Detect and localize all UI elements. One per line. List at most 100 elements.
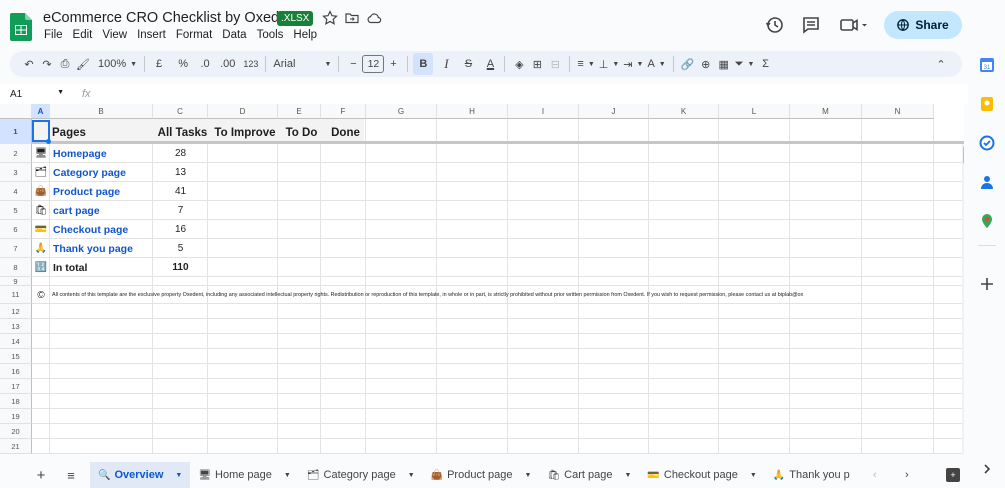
menu-edit[interactable]: Edit	[73, 29, 93, 41]
increase-font-size-button[interactable]: +	[384, 53, 402, 75]
menu-file[interactable]: File	[44, 29, 63, 41]
row-header-13[interactable]: 13	[0, 319, 32, 334]
comments-icon[interactable]	[800, 14, 822, 36]
insert-chart-icon[interactable]: ▦	[715, 53, 733, 75]
menu-help[interactable]: Help	[293, 29, 317, 41]
font-size-input[interactable]: 12	[362, 55, 385, 73]
row-header-17[interactable]: 17	[0, 379, 32, 394]
column-header-m[interactable]: M	[790, 104, 862, 119]
cloud-status-icon[interactable]	[366, 10, 382, 26]
redo-icon[interactable]: ↷	[38, 53, 56, 75]
row-header-11[interactable]: 11	[0, 286, 32, 304]
menu-insert[interactable]: Insert	[137, 29, 166, 41]
scroll-tabs-right-icon[interactable]: ›	[898, 464, 916, 486]
row-header-2[interactable]: 2	[0, 144, 32, 163]
column-header-b[interactable]: B	[50, 104, 153, 119]
spreadsheet-grid[interactable]: A B C D E F G H I J K L M N 1 2 3 4 5 6 7 8 9 11 12 13 14 15 16 17 18 1…	[0, 104, 964, 454]
sheet-tab-checkout-page[interactable]: 💳 Checkout page ▼	[639, 462, 764, 488]
sheet-tab-home-page[interactable]: 🖥 Home page ▼	[190, 462, 299, 488]
insert-link-icon[interactable]: 🔗	[679, 53, 697, 75]
row-header-5[interactable]: 5	[0, 201, 32, 220]
strikethrough-button[interactable]: S	[459, 53, 477, 75]
merge-cells-icon[interactable]: ⊟	[546, 53, 564, 75]
horizontal-align-icon[interactable]: ≡ ▼	[575, 53, 596, 75]
share-button[interactable]: Share	[884, 11, 962, 39]
row-header-21[interactable]: 21	[0, 439, 32, 454]
decrease-font-size-button[interactable]: −	[344, 53, 362, 75]
get-addons-icon[interactable]	[979, 276, 995, 292]
row-header-20[interactable]: 20	[0, 424, 32, 439]
paint-format-icon[interactable]: 🖌	[74, 53, 92, 75]
row-header-1[interactable]: 1	[0, 119, 32, 144]
row-header-7[interactable]: 7	[0, 239, 32, 258]
page-link[interactable]: Product page	[53, 182, 120, 201]
sheet-tab-overview[interactable]: 🔍 Overview ▼	[90, 462, 191, 488]
column-header-d[interactable]: D	[208, 104, 278, 119]
all-sheets-icon[interactable]: ≡	[62, 464, 80, 486]
column-header-n[interactable]: N	[862, 104, 934, 119]
page-link[interactable]: Homepage	[53, 144, 107, 163]
italic-button[interactable]: I	[437, 53, 455, 75]
text-wrapping-icon[interactable]: ⇥ ▼	[621, 53, 645, 75]
row-header-12[interactable]: 12	[0, 304, 32, 319]
row-header-6[interactable]: 6	[0, 220, 32, 239]
page-link[interactable]: Thank you page	[53, 239, 133, 258]
sheet-tab-cart-page[interactable]: 🛍 Cart page ▼	[539, 462, 639, 488]
increase-decimal-button[interactable]: .00	[218, 53, 237, 75]
column-header-l[interactable]: L	[719, 104, 790, 119]
page-link[interactable]: cart page	[53, 201, 100, 220]
version-history-icon[interactable]	[764, 14, 786, 36]
column-header-h[interactable]: H	[437, 104, 508, 119]
bold-button[interactable]: B	[413, 53, 434, 75]
row-header-3[interactable]: 3	[0, 163, 32, 182]
menu-tools[interactable]: Tools	[257, 29, 284, 41]
chevron-down-icon[interactable]: ▼	[284, 472, 291, 479]
column-header-e[interactable]: E	[278, 104, 321, 119]
sheet-tab-product-page[interactable]: 👜 Product page ▼	[423, 462, 540, 488]
chevron-down-icon[interactable]: ▼	[525, 472, 532, 479]
undo-icon[interactable]: ↶	[20, 53, 38, 75]
chevron-down-icon[interactable]: ▼	[175, 472, 182, 479]
column-header-j[interactable]: J	[579, 104, 649, 119]
text-color-button[interactable]: A	[481, 53, 499, 75]
maps-icon[interactable]	[979, 213, 995, 229]
name-box[interactable]: A1 ▼	[0, 89, 70, 100]
menu-format[interactable]: Format	[176, 29, 212, 41]
column-header-f[interactable]: F	[321, 104, 366, 119]
collapse-toolbar-icon[interactable]: ⌃	[932, 53, 950, 75]
row-header-9[interactable]: 9	[0, 277, 32, 286]
chevron-down-icon[interactable]: ▼	[750, 472, 757, 479]
page-link[interactable]: Checkout page	[53, 220, 128, 239]
font-family-select[interactable]: Arial ▼	[271, 53, 333, 75]
menu-data[interactable]: Data	[222, 29, 246, 41]
select-all-corner[interactable]	[0, 104, 32, 119]
vertical-scrollbar[interactable]	[962, 144, 964, 454]
borders-icon[interactable]: ⊞	[528, 53, 546, 75]
scroll-tabs-left-icon[interactable]: ‹	[866, 464, 884, 486]
sheet-tab-category-page[interactable]: 🗂 Category page ▼	[299, 462, 423, 488]
functions-icon[interactable]: Σ	[756, 53, 774, 75]
decrease-decimal-button[interactable]: .0	[196, 53, 214, 75]
row-header-8[interactable]: 8	[0, 258, 32, 277]
fill-color-icon[interactable]: ◈	[510, 53, 528, 75]
more-formats-button[interactable]: 123	[241, 53, 260, 75]
vertical-scroll-thumb[interactable]	[963, 146, 964, 164]
currency-format-button[interactable]: £	[150, 53, 168, 75]
text-rotation-icon[interactable]: A ▼	[645, 53, 667, 75]
keep-icon[interactable]	[979, 96, 995, 112]
row-header-18[interactable]: 18	[0, 394, 32, 409]
explore-icon[interactable]: +	[946, 468, 960, 482]
row-header-14[interactable]: 14	[0, 334, 32, 349]
print-icon[interactable]: ⎙	[56, 53, 74, 75]
document-title[interactable]: eCommerce CRO Checklist by Oxedent	[43, 10, 299, 26]
column-header-k[interactable]: K	[649, 104, 719, 119]
menu-view[interactable]: View	[102, 29, 127, 41]
sheet-tab-thank-you-p[interactable]: 🙏 Thank you p	[765, 462, 858, 488]
calendar-icon[interactable]: 31	[979, 57, 995, 73]
insert-comment-icon[interactable]: ⊕	[697, 53, 715, 75]
meet-icon[interactable]	[838, 14, 870, 36]
row-header-19[interactable]: 19	[0, 409, 32, 424]
page-link[interactable]: Category page	[53, 163, 126, 182]
vertical-align-icon[interactable]: ⊥ ▼	[597, 53, 622, 75]
column-header-a[interactable]: A	[32, 104, 50, 119]
